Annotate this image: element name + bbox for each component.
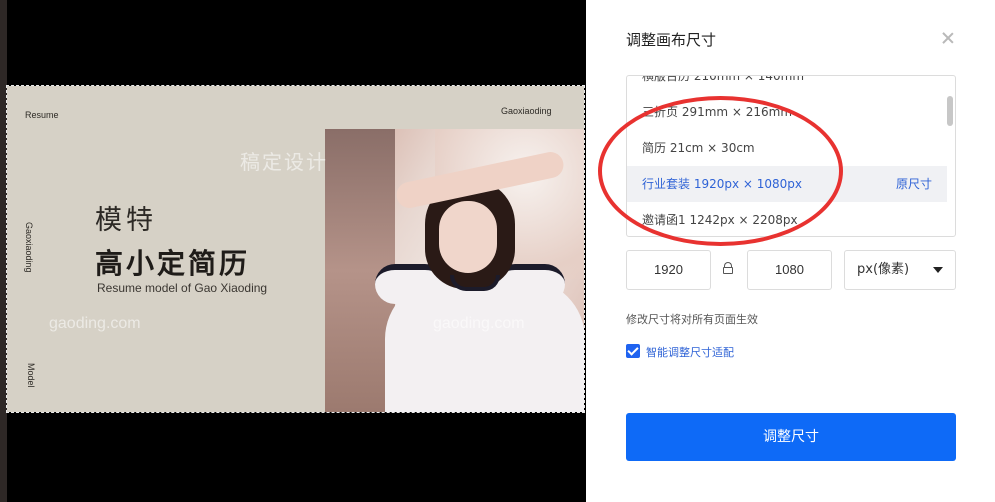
unit-select[interactable]: px(像素) xyxy=(844,250,956,290)
size-preset-list[interactable]: 横版台历 210mm × 140mm 三折页 291mm × 216mm 简历 … xyxy=(626,75,956,237)
height-input[interactable]: 1080 xyxy=(747,250,832,290)
artboard-title-name: 高小定简历 xyxy=(95,247,251,280)
artboard-corner-resume: Resume xyxy=(25,110,59,120)
resize-canvas-panel: 调整画布尺寸 横版台历 210mm × 140mm 三折页 291mm × 21… xyxy=(586,0,995,502)
size-option[interactable]: 横版台历 210mm × 140mm xyxy=(627,76,947,94)
list-scrollbar[interactable] xyxy=(947,96,953,126)
artboard-corner-gaoxiaoding: Gaoxiaoding xyxy=(501,106,552,116)
resize-submit-button[interactable]: 调整尺寸 xyxy=(626,413,956,461)
size-option-label: 行业套装 1920px × 1080px xyxy=(642,177,803,191)
lock-icon[interactable] xyxy=(723,262,733,274)
caret-down-icon xyxy=(933,267,943,273)
model-photo xyxy=(325,129,584,412)
unit-select-value: px(像素) xyxy=(857,262,910,277)
panel-title: 调整画布尺寸 xyxy=(626,31,717,49)
artboard-side-gaoxiaoding: Gaoxiaoding xyxy=(24,222,34,273)
close-icon[interactable] xyxy=(939,29,957,47)
watermark-left: gaoding.com xyxy=(49,315,141,332)
width-input[interactable]: 1920 xyxy=(626,250,711,290)
size-option[interactable]: 简历 21cm × 30cm xyxy=(627,130,947,166)
size-option[interactable]: 三折页 291mm × 216mm xyxy=(627,94,947,130)
smart-adjust-checkbox[interactable] xyxy=(626,344,640,358)
original-size-tag: 原尺寸 xyxy=(895,177,932,191)
watermark-center: 稿定设计 xyxy=(240,150,328,174)
artboard-subtitle: Resume model of Gao Xiaoding xyxy=(97,281,268,295)
size-option[interactable]: 邀请函1 1242px × 2208px xyxy=(627,202,947,236)
size-option-selected[interactable]: 行业套装 1920px × 1080px 原尺寸 xyxy=(627,166,947,202)
artboard-side-model: Model xyxy=(26,363,36,388)
resize-hint: 修改尺寸将对所有页面生效 xyxy=(626,313,758,326)
smart-adjust-label[interactable]: 智能调整尺寸适配 xyxy=(646,344,734,360)
artboard[interactable]: Resume Gaoxiaoding Gaoxiaoding Model 模特 … xyxy=(6,85,585,413)
canvas-area: Resume Gaoxiaoding Gaoxiaoding Model 模特 … xyxy=(0,0,585,502)
canvas-edge-strip xyxy=(0,0,7,502)
artboard-title-model: 模特 xyxy=(95,205,157,236)
